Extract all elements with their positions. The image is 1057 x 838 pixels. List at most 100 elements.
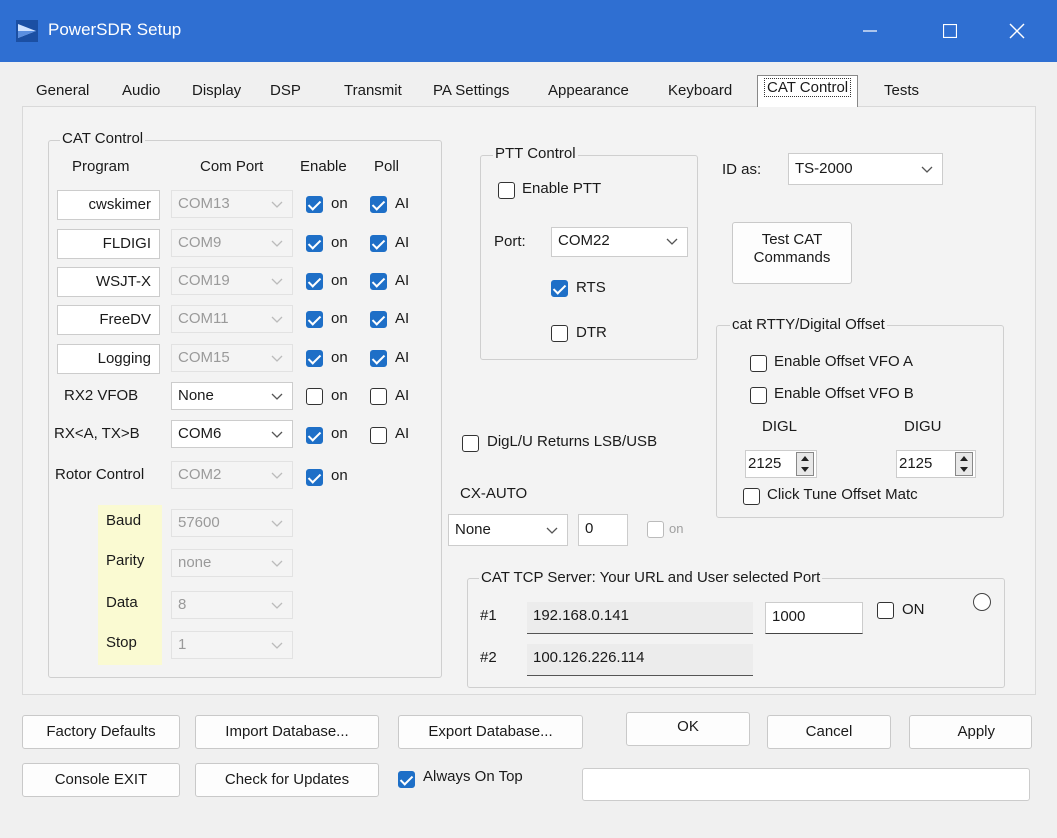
import-database-button[interactable]: Import Database... <box>195 715 379 749</box>
rx-tx-port-select[interactable]: COM6 <box>171 420 293 448</box>
tcp-port-input[interactable]: 1000 <box>765 602 863 634</box>
test-cat-commands-button[interactable]: Test CAT Commands <box>732 222 852 284</box>
program-enable-checkbox-3[interactable] <box>306 311 323 328</box>
digl-u-returns-label: DigL/U Returns LSB/USB <box>487 433 658 450</box>
serial-select-value: 57600 <box>178 514 220 531</box>
maximize-icon <box>943 24 957 38</box>
rx-tx-poll-label: AI <box>395 425 410 442</box>
minimize-button[interactable] <box>830 0 910 62</box>
console-exit-button[interactable]: Console EXIT <box>22 763 180 797</box>
digl-u-returns-checkbox[interactable] <box>462 435 479 452</box>
tab-transmit[interactable]: Transmit <box>344 78 402 106</box>
chevron-down-icon <box>271 316 283 323</box>
tab-keyboard[interactable]: Keyboard <box>668 78 732 106</box>
enable-header: Enable <box>300 158 347 175</box>
chevron-down-icon <box>271 278 283 285</box>
program-enable-checkbox-2[interactable] <box>306 273 323 290</box>
program-port-select-3[interactable]: COM11 <box>171 305 293 333</box>
rotor-enable-checkbox[interactable] <box>306 469 323 486</box>
program-button-0[interactable]: cwskimer <box>57 190 160 220</box>
cx-auto-label: CX-AUTO <box>460 485 528 502</box>
app-icon <box>16 20 38 42</box>
tab-cat-control[interactable]: CAT Control <box>757 75 859 107</box>
program-poll-checkbox-0[interactable] <box>370 196 387 213</box>
ptt-port-select[interactable]: COM22 <box>551 227 688 257</box>
program-button-1[interactable]: FLDIGI <box>57 229 160 259</box>
serial-select-parity[interactable]: none <box>171 549 293 577</box>
tcp-row1-ip-value: 192.168.0.141 <box>533 607 629 624</box>
digl-spinner[interactable] <box>796 452 814 476</box>
program-enable-label: on <box>331 272 348 289</box>
program-port-value: COM13 <box>178 195 230 212</box>
cx-auto-select[interactable]: None <box>448 514 568 546</box>
dtr-checkbox[interactable] <box>551 325 568 342</box>
program-enable-checkbox-4[interactable] <box>306 350 323 367</box>
ok-button[interactable]: OK <box>626 712 750 746</box>
program-poll-label: AI <box>395 272 410 289</box>
tcp-on-checkbox[interactable] <box>877 602 894 619</box>
program-port-select-0[interactable]: COM13 <box>171 190 293 218</box>
title-bar[interactable]: PowerSDR Setup <box>0 0 1057 62</box>
program-button-2[interactable]: WSJT-X <box>57 267 160 297</box>
program-poll-checkbox-2[interactable] <box>370 273 387 290</box>
rotor-port-select[interactable]: COM2 <box>171 461 293 489</box>
program-port-select-2[interactable]: COM19 <box>171 267 293 295</box>
tab-pa-settings[interactable]: PA Settings <box>433 78 509 106</box>
enable-ptt-checkbox[interactable] <box>498 182 515 199</box>
program-enable-checkbox-0[interactable] <box>306 196 323 213</box>
ptt-control-group-label: PTT Control <box>493 145 578 162</box>
program-enable-checkbox-1[interactable] <box>306 235 323 252</box>
tab-audio[interactable]: Audio <box>122 78 160 106</box>
click-tune-offset-checkbox[interactable] <box>743 488 760 505</box>
tab-appearance[interactable]: Appearance <box>548 78 629 106</box>
id-as-select[interactable]: TS-2000 <box>788 153 943 185</box>
status-text-field[interactable] <box>582 768 1030 801</box>
program-poll-checkbox-4[interactable] <box>370 350 387 367</box>
rx-tx-enable-checkbox[interactable] <box>306 427 323 444</box>
tab-display[interactable]: Display <box>192 78 241 106</box>
factory-defaults-button[interactable]: Factory Defaults <box>22 715 180 749</box>
id-as-value: TS-2000 <box>795 160 853 177</box>
program-port-value: COM19 <box>178 272 230 289</box>
export-database-button[interactable]: Export Database... <box>398 715 583 749</box>
tab-tests[interactable]: Tests <box>884 78 919 106</box>
rx2-vfob-enable-checkbox[interactable] <box>306 388 323 405</box>
serial-select-stop[interactable]: 1 <box>171 631 293 659</box>
program-port-select-1[interactable]: COM9 <box>171 229 293 257</box>
serial-select-data[interactable]: 8 <box>171 591 293 619</box>
program-button-3[interactable]: FreeDV <box>57 305 160 335</box>
tab-general[interactable]: General <box>36 78 89 106</box>
program-poll-checkbox-3[interactable] <box>370 311 387 328</box>
apply-button[interactable]: Apply <box>909 715 1032 749</box>
cx-auto-on-checkbox[interactable] <box>647 521 664 538</box>
rx-tx-enable-label: on <box>331 425 348 442</box>
rx-tx-poll-checkbox[interactable] <box>370 427 387 444</box>
tcp-status-radio[interactable] <box>973 593 991 611</box>
digu-spinner[interactable] <box>955 452 973 476</box>
tcp-row2-label: #2 <box>480 649 497 666</box>
rotor-control-label: Rotor Control <box>55 466 145 483</box>
program-button-4[interactable]: Logging <box>57 344 160 374</box>
program-poll-label: AI <box>395 310 410 327</box>
program-poll-checkbox-1[interactable] <box>370 235 387 252</box>
tcp-row1-ip-field[interactable]: 192.168.0.141 <box>527 602 753 634</box>
chevron-down-icon <box>271 520 283 527</box>
cx-auto-number-input[interactable]: 0 <box>578 514 628 546</box>
offset-vfo-b-checkbox[interactable] <box>750 387 767 404</box>
close-button[interactable] <box>977 0 1057 62</box>
rx2-vfob-port-select[interactable]: None <box>171 382 293 410</box>
tab-dsp[interactable]: DSP <box>270 78 301 106</box>
enable-ptt-label: Enable PTT <box>522 180 602 197</box>
tcp-row2-ip-field[interactable]: 100.126.226.114 <box>527 644 753 676</box>
check-for-updates-button[interactable]: Check for Updates <box>195 763 379 797</box>
cancel-button[interactable]: Cancel <box>767 715 891 749</box>
click-tune-offset-label: Click Tune Offset Matc <box>767 486 918 503</box>
offset-vfo-a-checkbox[interactable] <box>750 355 767 372</box>
tab-cat-control-label: CAT Control <box>764 78 852 97</box>
program-port-select-4[interactable]: COM15 <box>171 344 293 372</box>
always-on-top-checkbox[interactable] <box>398 771 415 788</box>
rts-checkbox[interactable] <box>551 280 568 297</box>
serial-select-baud[interactable]: 57600 <box>171 509 293 537</box>
rx2-vfob-poll-checkbox[interactable] <box>370 388 387 405</box>
chevron-down-icon <box>921 166 933 173</box>
